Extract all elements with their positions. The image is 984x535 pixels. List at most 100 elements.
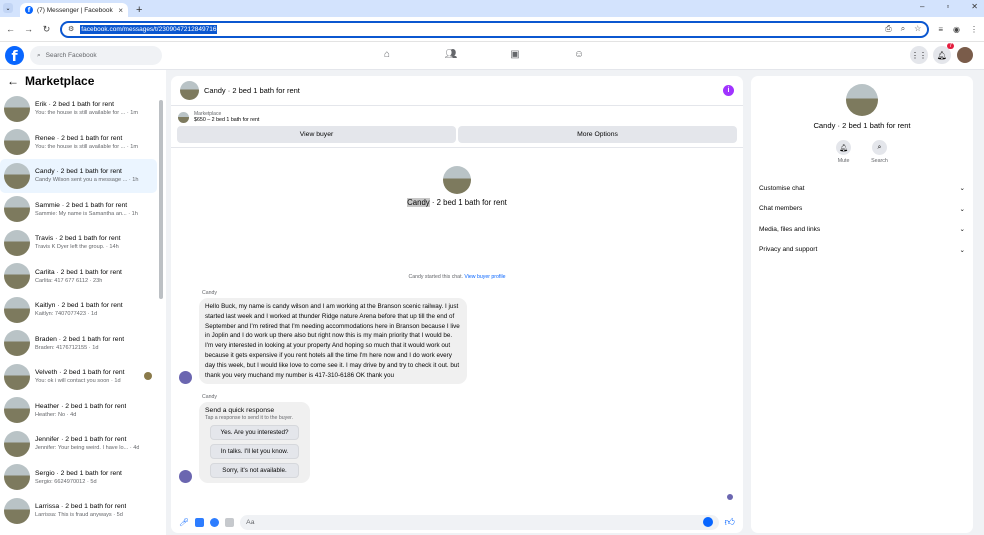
chat-avatar[interactable] (180, 81, 199, 100)
chevron-down-icon: ⌄ (959, 246, 965, 254)
conversation-avatar (4, 497, 30, 524)
reload-icon[interactable]: ↻ (42, 24, 51, 35)
marketplace-sidebar: ← Marketplace Erik · 2 bed 1 bath for re… (0, 70, 166, 535)
forward-icon[interactable]: → (24, 24, 33, 34)
gif-icon[interactable] (225, 517, 235, 527)
message-composer: 🎤︎ Aa 👍︎ (171, 511, 743, 533)
conversation-item[interactable]: Braden · 2 bed 1 bath for rent Braden: 41… (0, 327, 157, 361)
message-input[interactable]: Aa (240, 514, 719, 530)
buyer-avatar[interactable] (443, 166, 471, 194)
search-placeholder: Search Facebook (45, 52, 97, 59)
emoji-icon[interactable] (702, 517, 713, 527)
conversation-item[interactable]: Kaitlyn · 2 bed 1 bath for rent Kaitlyn: … (0, 293, 157, 327)
search-icon: ⌕ (871, 140, 887, 155)
search-chat-button[interactable]: ⌕ Search (871, 140, 888, 164)
conversation-item[interactable]: Sergio · 2 bed 1 bath for rent Sergio: 66… (0, 461, 157, 495)
sidebar-scrollbar[interactable] (159, 100, 163, 299)
minimize-icon[interactable]: – (920, 2, 924, 11)
details-section[interactable]: Media, files and links ⌄ (751, 219, 973, 240)
section-label: Media, files and links (759, 225, 821, 233)
address-bar[interactable]: ⚙ facebook.com/messages/t/23090472128497… (60, 20, 930, 38)
microphone-icon[interactable]: 🎤︎ (179, 518, 189, 527)
conversation-avatar (4, 363, 30, 390)
browser-menu-icon[interactable]: ⋮ (970, 25, 978, 34)
quick-response-sorry-button[interactable]: Sorry, it's not available. (210, 463, 299, 479)
details-section[interactable]: Privacy and support ⌄ (751, 240, 973, 261)
mute-button[interactable]: 🔔︎ Mute (836, 140, 852, 164)
sticker-icon[interactable] (210, 517, 220, 527)
conversation-name: Renee · 2 bed 1 bath for rent (35, 134, 123, 142)
quick-response-subtitle: Tap a response to send it to the buyer. (205, 415, 293, 422)
close-window-icon[interactable]: ✕ (971, 2, 978, 11)
details-name: Candy · 2 bed 1 bath for rent (813, 121, 911, 130)
conversation-item[interactable]: Carlita · 2 bed 1 bath for rent Carlita: … (0, 260, 157, 294)
conversation-preview: Travis K Dyer left the group. · 14h (35, 244, 119, 251)
friends-icon[interactable]: 👥︎ (444, 47, 458, 61)
tab-title: (7) Messenger | Facebook (37, 6, 113, 14)
thumbs-up-icon[interactable]: 👍︎ (725, 516, 735, 528)
install-icon[interactable]: ⎙ (885, 24, 891, 34)
details-section[interactable]: Customise chat ⌄ (751, 178, 973, 199)
facebook-search-input[interactable]: ⌕ Search Facebook (30, 46, 162, 65)
back-icon[interactable]: ← (6, 24, 15, 34)
conversation-name: Jennifer · 2 bed 1 bath for rent (35, 436, 127, 444)
conversation-item[interactable]: Renee · 2 bed 1 bath for rent You: the ho… (0, 126, 157, 160)
tab-search-icon[interactable]: ⌄ (3, 3, 13, 13)
notifications-icon[interactable]: 🔔︎ 7 (933, 43, 954, 64)
conversation-avatar (4, 129, 30, 156)
new-tab-icon[interactable]: + (136, 4, 142, 16)
groups-icon[interactable]: ☺ (572, 47, 586, 61)
facebook-header: f ⌕ Search Facebook ⌂ 👥︎ ▣ ☺ ⋮⋮ 🔔︎ 7 (0, 42, 984, 70)
quick-response-yes-button[interactable]: Yes. Are you interested? (210, 425, 299, 441)
conversation-preview: Candy Wilson sent you a message ... · 1h (35, 177, 139, 184)
account-avatar[interactable] (956, 46, 974, 64)
back-arrow-icon[interactable]: ← (7, 74, 19, 88)
message-bubble[interactable]: Hello Buck, my name is candy wilson and … (199, 298, 467, 385)
view-buyer-button[interactable]: View buyer (177, 126, 456, 143)
close-tab-icon[interactable]: × (118, 6, 123, 15)
conversation-list: Erik · 2 bed 1 bath for rent You: the hou… (0, 92, 166, 528)
marketplace-icon[interactable]: ▣ (508, 47, 522, 61)
browser-tab[interactable]: f (7) Messenger | Facebook × (20, 3, 128, 17)
conversation-item[interactable]: Velveth · 2 bed 1 bath for rent You: ok i… (0, 360, 157, 394)
details-avatar[interactable] (846, 84, 878, 116)
seen-avatar (727, 494, 733, 500)
sender-avatar[interactable] (179, 371, 192, 385)
conversation-name: Sergio · 2 bed 1 bath for rent (35, 469, 122, 477)
details-section[interactable]: Chat members ⌄ (751, 199, 973, 220)
section-label: Customise chat (759, 184, 805, 192)
search-icon: ⌕ (37, 51, 41, 59)
conversation-name: Travis · 2 bed 1 bath for rent (35, 235, 121, 243)
conversation-name: Carlita · 2 bed 1 bath for rent (35, 268, 122, 276)
site-info-icon[interactable]: ⚙ (68, 25, 74, 33)
conversation-item[interactable]: Candy · 2 bed 1 bath for rent Candy Wilso… (0, 159, 157, 193)
tab-search-list-icon[interactable]: ≡ (938, 25, 943, 34)
image-icon[interactable] (195, 517, 205, 527)
conversation-item[interactable]: Larrissa · 2 bed 1 bath for rent Larrissa… (0, 494, 157, 528)
restore-icon[interactable]: ▫ (946, 2, 949, 11)
chevron-down-icon: ⌄ (959, 185, 965, 193)
chat-title[interactable]: Candy · 2 bed 1 bath for rent (204, 86, 300, 95)
conversation-item[interactable]: Jennifer · 2 bed 1 bath for rent Jennifer… (0, 427, 157, 461)
zoom-icon[interactable]: ⌕ (901, 24, 905, 34)
home-icon[interactable]: ⌂ (380, 47, 394, 61)
conversation-name: Heather · 2 bed 1 bath for rent (35, 402, 127, 410)
facebook-logo-icon[interactable]: f (5, 46, 24, 65)
url-text[interactable]: facebook.com/messages/t/2309047212849716 (80, 24, 218, 34)
quick-response-talks-button[interactable]: In talks. I'll let you know. (210, 444, 299, 460)
view-buyer-profile-link[interactable]: View buyer profile (464, 274, 505, 280)
conversation-item[interactable]: Erik · 2 bed 1 bath for rent You: the hou… (0, 92, 157, 126)
info-icon[interactable]: i (723, 85, 734, 96)
bookmark-star-icon[interactable]: ☆ (914, 24, 921, 34)
details-sections: Customise chat ⌄ Chat members ⌄ Media, files… (751, 178, 973, 260)
profile-icon[interactable]: ◉ (953, 25, 960, 34)
conversation-item[interactable]: Sammie · 2 bed 1 bath for rent Sammie: My… (0, 193, 157, 227)
conversation-avatar (4, 430, 30, 457)
sender-avatar[interactable] (179, 470, 192, 484)
conversation-item[interactable]: Travis · 2 bed 1 bath for rent Travis K D… (0, 226, 157, 260)
conversation-preview: Kaitlyn: 7407077423 · 1d (35, 311, 98, 318)
conversation-avatar (4, 263, 30, 290)
menu-grid-icon[interactable]: ⋮⋮ (910, 46, 928, 64)
more-options-button[interactable]: More Options (458, 126, 737, 143)
conversation-item[interactable]: Heather · 2 bed 1 bath for rent Heather: … (0, 394, 157, 428)
